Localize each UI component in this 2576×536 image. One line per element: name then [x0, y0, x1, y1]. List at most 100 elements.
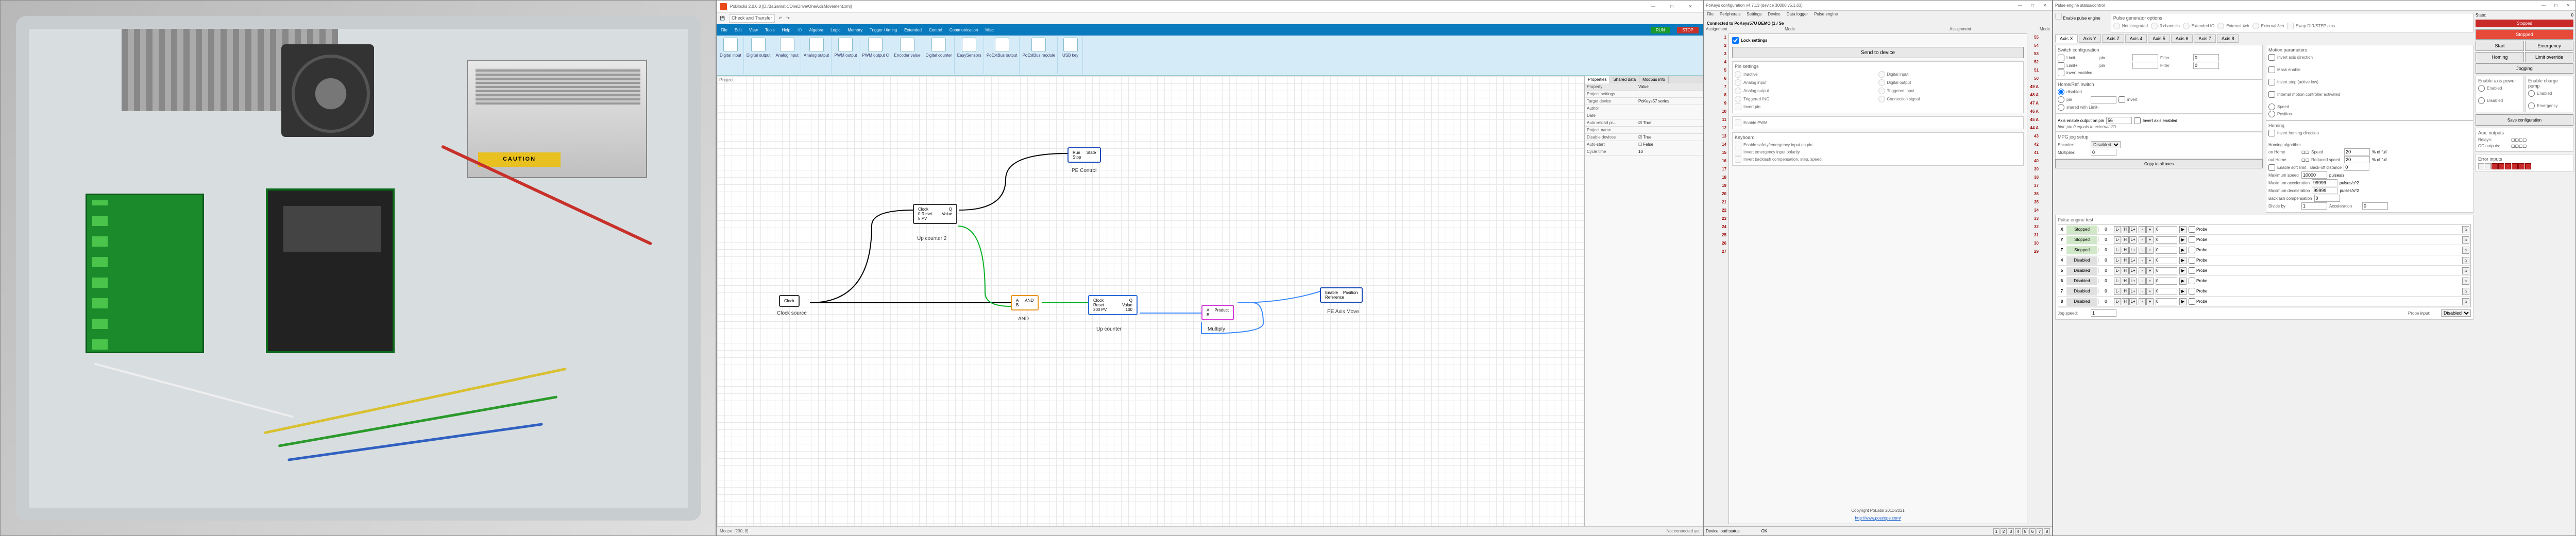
jog-plus[interactable]: + [2146, 247, 2154, 254]
jogging-btn[interactable]: Jogging [2476, 63, 2573, 74]
pin-37[interactable]: 37 [2029, 182, 2050, 189]
qb-undo-icon[interactable]: ↶ [779, 16, 783, 21]
run-button[interactable]: RUN [1651, 27, 1670, 33]
pin-21[interactable]: 21 [1706, 198, 1726, 206]
stop-btn[interactable]: Stopped [2476, 29, 2573, 40]
titlebar[interactable]: PoKeys configuration v4.7.13 (device 300… [1704, 1, 2052, 11]
menu-tools[interactable]: Tools [765, 28, 775, 32]
pin-8[interactable]: 8 [1706, 91, 1726, 99]
tab-axis-x[interactable]: Axis X [2055, 34, 2078, 43]
prop-row[interactable]: Auto-start☐ False [1585, 141, 1703, 148]
tab-comm[interactable]: Communication [950, 28, 978, 32]
jog-plus[interactable]: + [2146, 288, 2154, 295]
pin-49 A[interactable]: 49 A [2029, 83, 2050, 91]
tab-io[interactable]: IO [798, 28, 802, 32]
block-upcounter[interactable]: ClockQ ResetValue 200 PV100 [1088, 295, 1138, 315]
pin-44 A[interactable]: 44 A [2029, 124, 2050, 132]
pin-18[interactable]: 18 [1706, 174, 1726, 181]
pin-25[interactable]: 25 [1706, 231, 1726, 239]
accel-input[interactable] [2362, 202, 2388, 210]
home-btn[interactable]: ⌂ [2462, 236, 2469, 244]
qb-save-icon[interactable]: 💾 [720, 16, 725, 21]
pin-7[interactable]: 7 [1706, 83, 1726, 91]
pin-24[interactable]: 24 [1706, 223, 1726, 231]
pin-41[interactable]: 41 [2029, 149, 2050, 157]
prop-row[interactable]: Project settings [1585, 91, 1703, 98]
pin-39[interactable]: 39 [2029, 165, 2050, 173]
tab-axis-8[interactable]: Axis 8 [2217, 34, 2239, 43]
jog-plus[interactable]: + [2146, 226, 2154, 233]
menu-view[interactable]: View [749, 28, 758, 32]
ribbon-digital-counter[interactable]: Digital counter [924, 37, 955, 74]
pin-33[interactable]: 33 [2029, 215, 2050, 222]
jog-speed[interactable] [2091, 309, 2116, 317]
maximize-button[interactable]: ▢ [2027, 3, 2038, 8]
start-btn[interactable]: Start [2476, 41, 2524, 51]
prop-row[interactable]: Date [1585, 112, 1703, 119]
home-pos[interactable] [2156, 278, 2177, 285]
pin-35[interactable]: 35 [2029, 198, 2050, 206]
prop-row[interactable]: Cycle time10 [1585, 148, 1703, 155]
axis-enable-pin[interactable] [2106, 117, 2132, 124]
maximize-button[interactable]: ▢ [1663, 1, 1681, 13]
jog-minus[interactable]: - [2139, 267, 2146, 274]
close-button[interactable]: ✕ [2040, 3, 2050, 8]
pin-55[interactable]: 55 [2029, 33, 2050, 41]
max-decel[interactable] [2312, 187, 2337, 194]
reduced-speed[interactable] [2344, 156, 2370, 163]
prop-row[interactable]: Author [1585, 105, 1703, 112]
prop-row[interactable]: Disable devices☑ True [1585, 134, 1703, 141]
jog-minus[interactable]: - [2139, 298, 2146, 305]
ribbon-pwm-output-c[interactable]: PWM output C [860, 37, 891, 74]
menu-edit[interactable]: Edit [735, 28, 742, 32]
prop-tab-shared[interactable]: Shared data [1610, 76, 1639, 83]
ribbon-analog-input[interactable]: Analog input [774, 37, 801, 74]
prop-tab-modbus[interactable]: Modbus info [1639, 76, 1669, 83]
menu-pulse[interactable]: Pulse engine [1814, 12, 1838, 19]
block-pecontrol[interactable]: RunState Stop [1067, 147, 1101, 163]
home-pos[interactable] [2156, 298, 2177, 305]
menu-peripherals[interactable]: Peripherals [1720, 12, 1740, 19]
goto-btn[interactable]: ▶ [2179, 267, 2187, 274]
pin-42[interactable]: 42 [2029, 141, 2050, 148]
home-pos[interactable] [2156, 288, 2177, 295]
copy-all-button[interactable]: Copy to all axes [2055, 159, 2263, 168]
homing-speed[interactable] [2344, 148, 2370, 155]
menu-settings[interactable]: Settings [1747, 12, 1761, 19]
block-multiply[interactable]: AProduct B [1201, 305, 1234, 320]
titlebar[interactable]: PoBlocks 2.0.6.0 [D:/BaSamatic/OneDrive/… [717, 1, 1703, 13]
pin-12[interactable]: 12 [1706, 124, 1726, 132]
goto-btn[interactable]: ▶ [2179, 278, 2187, 285]
tab-axis-y[interactable]: Axis Y [2079, 34, 2101, 43]
pin-36[interactable]: 36 [2029, 190, 2050, 198]
pin-47 A[interactable]: 47 A [2029, 99, 2050, 107]
pin-29[interactable]: 29 [2029, 248, 2050, 255]
ribbon-pwm-output[interactable]: PWM output [832, 37, 859, 74]
pin-30[interactable]: 30 [2029, 239, 2050, 247]
ribbon-digital-output[interactable]: Digital output [744, 37, 773, 74]
home-pos[interactable] [2156, 226, 2177, 233]
goto-btn[interactable]: ▶ [2179, 298, 2187, 305]
goto-btn[interactable]: ▶ [2179, 236, 2187, 244]
pin-5[interactable]: 5 [1706, 66, 1726, 74]
tab-axis-4[interactable]: Axis 4 [2125, 34, 2147, 43]
ribbon-poextbus-module[interactable]: PoExtBus module [1020, 37, 1058, 74]
pin-17[interactable]: 17 [1706, 165, 1726, 173]
pin-48 A[interactable]: 48 A [2029, 91, 2050, 99]
filter-limm[interactable] [2193, 54, 2219, 61]
pin-34[interactable]: 34 [2029, 206, 2050, 214]
probe-input-select[interactable]: Disabled [2441, 309, 2471, 317]
prop-row[interactable]: Project name [1585, 127, 1703, 134]
pin-43[interactable]: 43 [2029, 132, 2050, 140]
pin-53[interactable]: 53 [2029, 50, 2050, 58]
prop-row[interactable]: Target devicePoKeys57 series [1585, 98, 1703, 105]
home-pos[interactable] [2156, 247, 2177, 254]
tab-axis-z[interactable]: Axis Z [2102, 34, 2124, 43]
ribbon-poextbus-output[interactable]: PoExtBus output [985, 37, 1020, 74]
pin-20[interactable]: 20 [1706, 190, 1726, 198]
tab-memory[interactable]: Memory [848, 28, 862, 32]
minimize-button[interactable]: — [2538, 3, 2549, 8]
home-btn[interactable]: ⌂ [2462, 267, 2469, 274]
jog-plus[interactable]: + [2146, 278, 2154, 285]
tab-logic[interactable]: Logic [831, 28, 840, 32]
